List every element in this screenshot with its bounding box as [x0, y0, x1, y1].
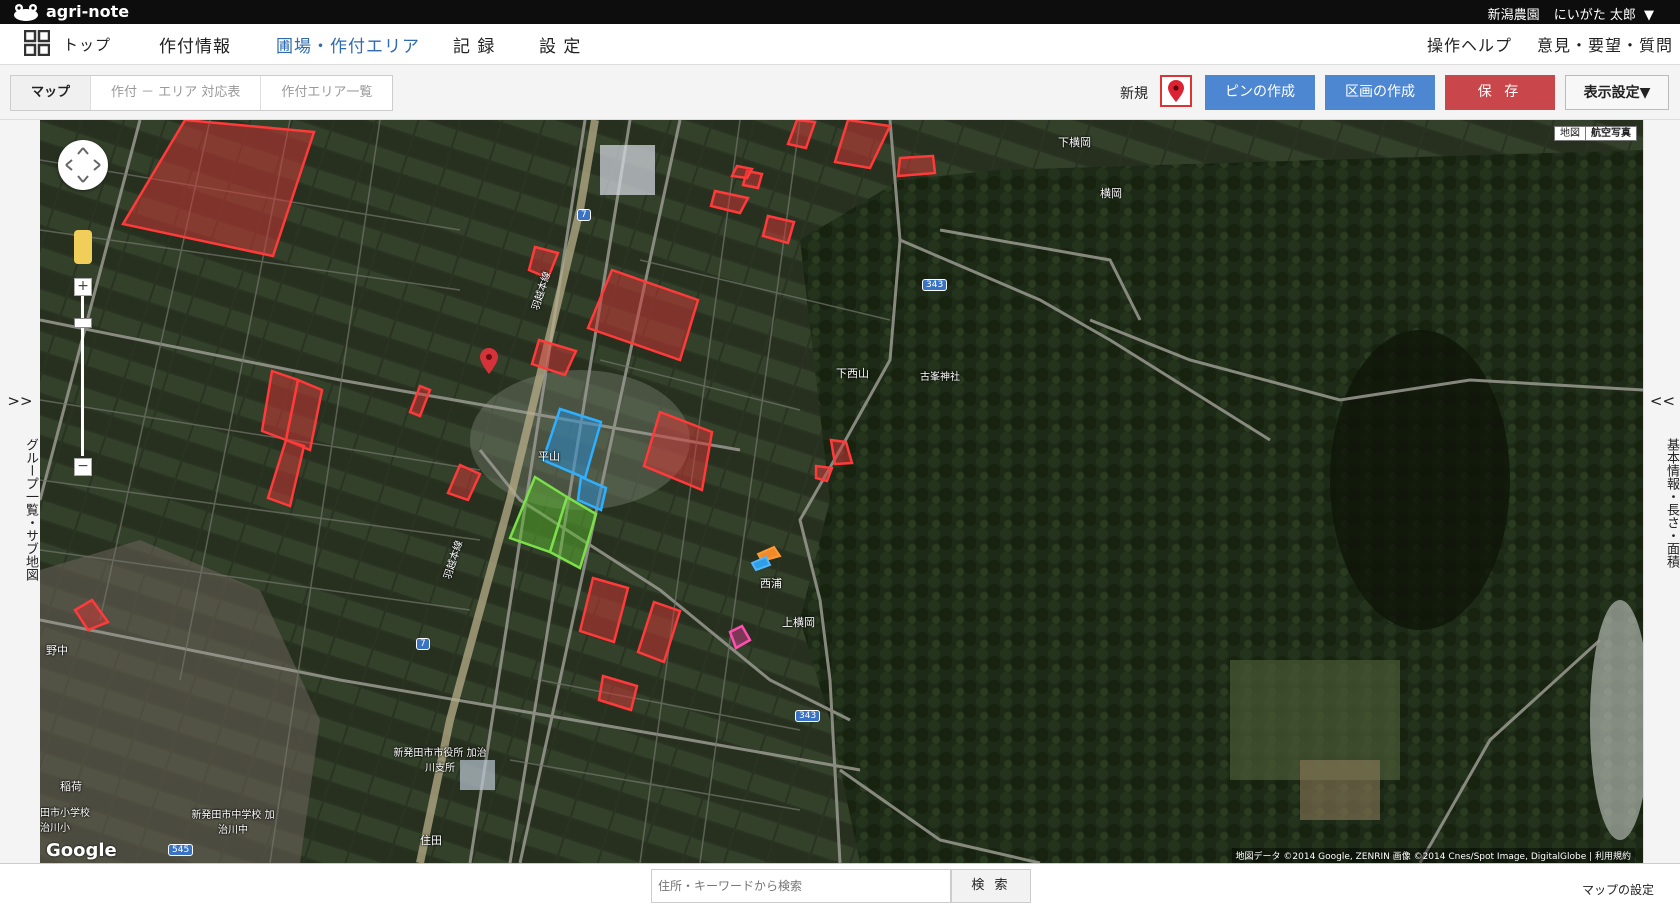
map-pin-icon	[1168, 80, 1184, 102]
logo-text: agri-note	[46, 2, 130, 21]
pan-arrows-icon	[65, 147, 101, 183]
map-imagery[interactable]	[40, 120, 1643, 863]
nav-feedback[interactable]: 意見・要望・質問	[1537, 32, 1673, 56]
map-copyright[interactable]: 地図データ ©2014 Google, ZENRIN 画像 ©2014 Cnes…	[1231, 848, 1635, 863]
dropdown-arrow-icon[interactable]: ▼	[1644, 8, 1654, 23]
map-toolbar: マップ 作付 － エリア 対応表 作付エリア一覧 新規 ピンの作成 区画の作成 …	[0, 65, 1680, 120]
basic-info-label[interactable]: 基本情報・長さ・面積	[1644, 438, 1680, 568]
route-shield: 343	[795, 710, 821, 722]
map-zoom-controls: + −	[58, 140, 108, 476]
maptype-satellite[interactable]: 航空写真	[1585, 127, 1636, 140]
place-label: 稲荷	[60, 780, 82, 793]
tab-crop-area-table[interactable]: 作付 － エリア 対応表	[91, 76, 262, 110]
tab-map[interactable]: マップ	[11, 76, 92, 110]
nav-top[interactable]: トップ	[63, 34, 111, 55]
place-label: 下西山	[836, 367, 869, 380]
app-logo[interactable]: agri-note	[12, 2, 129, 21]
place-label: 田市小学校 治川小	[40, 808, 90, 834]
place-label: 平山	[538, 450, 560, 463]
nav-field-area[interactable]: 圃場・作付エリア	[276, 32, 420, 57]
group-list-label[interactable]: グループ一覧・サブ地図	[0, 438, 40, 581]
place-label: 住田	[420, 834, 442, 847]
map-type-toggle: 地図 航空写真	[1554, 126, 1637, 141]
nav-crop-info[interactable]: 作付情報	[159, 32, 231, 57]
place-label: 古峯神社	[920, 372, 960, 383]
expand-left-arrow[interactable]: >>	[0, 392, 40, 410]
place-label: 上横岡	[782, 616, 815, 629]
right-side-panel[interactable]: << 基本情報・長さ・面積	[1643, 120, 1680, 863]
field-polygon	[896, 154, 937, 178]
route-shield: 545	[168, 844, 194, 856]
place-label: 下横岡	[1058, 136, 1091, 149]
top-bar: agri-note 新潟農園 にいがた 太郎 ▼	[0, 0, 1680, 24]
grid-icon[interactable]	[24, 30, 50, 56]
user-name: にいがた 太郎	[1553, 8, 1636, 23]
create-pin-button[interactable]: ピンの作成	[1205, 75, 1315, 110]
zoom-in-button[interactable]: +	[74, 278, 92, 296]
pan-control-icon[interactable]	[58, 140, 108, 190]
street-view-pegman-icon[interactable]	[74, 230, 92, 264]
place-label: 新発田市中学校 加治川中	[191, 810, 275, 836]
new-label: 新規	[1120, 86, 1148, 102]
new-pin-button[interactable]	[1160, 75, 1192, 107]
nav-records[interactable]: 記 録	[453, 32, 495, 57]
subtabs: マップ 作付 － エリア 対応表 作付エリア一覧	[10, 75, 394, 111]
satellite-map[interactable]: + − 地図 航空写真 下横岡 横岡 下西山 古峯神社 平山 西浦 上横岡 野中…	[40, 120, 1643, 863]
display-settings-button[interactable]: 表示設定▼	[1565, 75, 1669, 110]
left-side-panel[interactable]: >> グループ一覧・サブ地図	[0, 120, 41, 863]
farm-name: 新潟農園	[1487, 8, 1540, 23]
place-label: 西浦	[760, 577, 782, 590]
tab-crop-area-list[interactable]: 作付エリア一覧	[261, 76, 392, 110]
address-search-input[interactable]	[651, 869, 951, 903]
main-nav: トップ 作付情報 圃場・作付エリア 記 録 設 定 操作ヘルプ 意見・要望・質問	[0, 24, 1680, 65]
bottom-bar: 検 索 マップの設定	[0, 863, 1680, 911]
google-logo[interactable]: Google	[46, 840, 117, 861]
zoom-slider-knob[interactable]	[74, 318, 92, 328]
map-settings-link[interactable]: マップの設定	[1582, 881, 1654, 898]
route-shield: 7	[416, 638, 430, 650]
nav-help[interactable]: 操作ヘルプ	[1427, 32, 1512, 56]
route-shield: 343	[922, 279, 948, 291]
nav-settings[interactable]: 設 定	[539, 32, 581, 57]
save-button[interactable]: 保 存	[1445, 75, 1555, 110]
frog-logo-icon	[14, 3, 38, 21]
user-menu[interactable]: 新潟農園 にいがた 太郎 ▼	[1478, 4, 1654, 23]
maptype-map[interactable]: 地図	[1555, 127, 1585, 140]
place-label: 野中	[46, 644, 68, 657]
zoom-out-button[interactable]: −	[74, 458, 92, 476]
place-label: 横岡	[1100, 187, 1122, 200]
place-label: 新発田市市役所 加治川支所	[393, 748, 487, 774]
expand-right-arrow[interactable]: <<	[1644, 392, 1680, 410]
create-area-button[interactable]: 区画の作成	[1325, 75, 1435, 110]
search-button[interactable]: 検 索	[951, 869, 1031, 903]
route-shield: 7	[577, 209, 591, 221]
field-polygon	[730, 164, 754, 180]
